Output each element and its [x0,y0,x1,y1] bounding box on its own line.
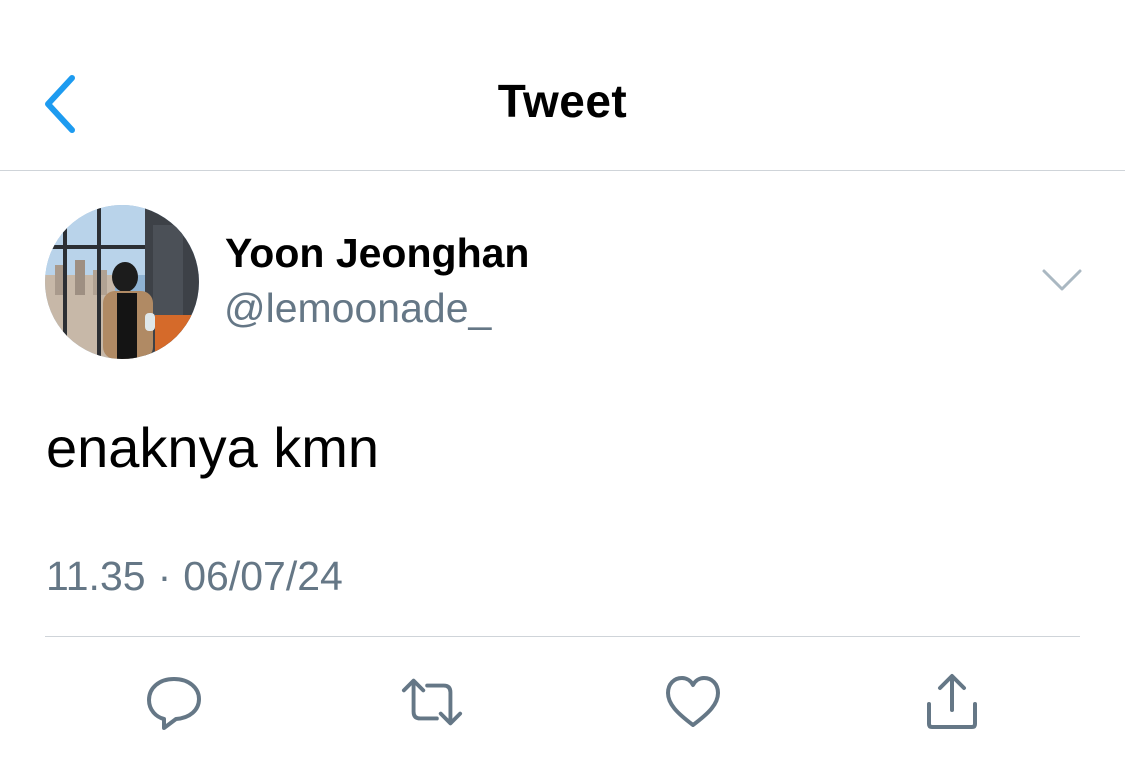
tweet-timestamp: 11.35 · 06/07/24 [46,553,343,600]
tweet-date: 06/07/24 [183,553,343,599]
tweet-text: enaknya kmn [46,416,380,479]
retweet-icon [401,678,463,726]
tweet-time: 11.35 [46,553,146,599]
share-icon [927,674,977,729]
share-button[interactable] [920,670,984,734]
avatar[interactable] [45,205,199,359]
like-button[interactable] [661,670,725,734]
reply-button[interactable] [142,670,206,734]
chevron-down-icon [1042,269,1082,291]
meta-separator: · [157,553,172,599]
tweet-detail-screen: Tweet Yoon Jeonghan @lemoonade_ enaknya … [0,0,1125,763]
page-title: Tweet [497,75,628,127]
author-display-name[interactable]: Yoon Jeonghan [225,230,529,277]
heart-icon [666,676,720,727]
nav-bar: Tweet [0,0,1125,171]
retweet-button[interactable] [400,670,464,734]
divider [45,636,1080,637]
reply-icon [147,677,201,730]
author-handle[interactable]: @lemoonade_ [224,285,491,332]
more-options-button[interactable] [1040,265,1084,295]
